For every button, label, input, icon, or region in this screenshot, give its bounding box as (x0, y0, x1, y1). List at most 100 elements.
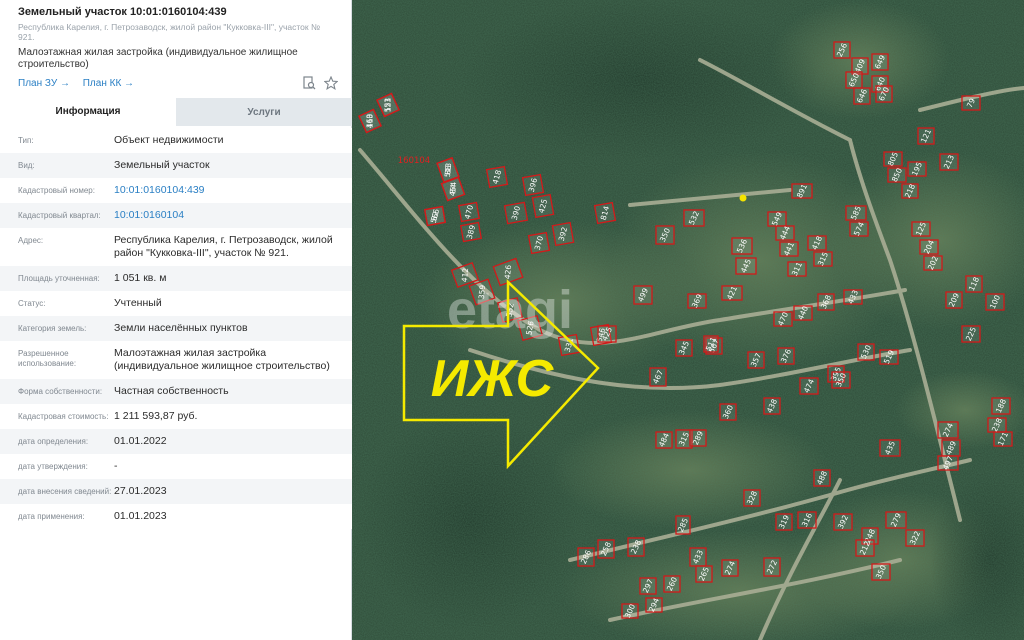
parcel-497[interactable]: 497 (937, 454, 959, 471)
parcel-315[interactable]: 315 (813, 250, 833, 267)
parcel-484[interactable]: 484 (655, 431, 673, 449)
parcel-202[interactable]: 202 (923, 254, 943, 271)
parcel-850[interactable]: 850 (887, 166, 907, 183)
parcel-418[interactable]: 418 (807, 234, 827, 251)
parcel-238[interactable]: 238 (987, 416, 1007, 433)
parcel-316[interactable]: 316 (797, 511, 817, 529)
parcel-209[interactable]: 209 (945, 291, 963, 309)
parcel-392[interactable]: 392 (833, 513, 853, 531)
parcel-195[interactable]: 195 (907, 160, 927, 177)
parcel-805[interactable]: 805 (883, 150, 903, 167)
cadastral-quarter-link[interactable]: 10:01:0160104 (114, 209, 352, 222)
parcel-100[interactable]: 100 (985, 293, 1005, 311)
parcel-258[interactable]: 258 (597, 539, 615, 559)
parcel-286[interactable]: 286 (577, 547, 595, 567)
parcel-265[interactable]: 265 (695, 565, 713, 583)
row-value: Частная собственность (114, 385, 229, 397)
parcel-425[interactable]: 425 (597, 325, 617, 343)
parcel-350[interactable]: 350 (831, 371, 851, 389)
parcel-444[interactable]: 444 (775, 224, 795, 241)
parcel-121[interactable]: 121 (917, 127, 935, 145)
parcel-297[interactable]: 297 (639, 577, 657, 595)
parcel-218[interactable]: 218 (901, 182, 919, 199)
parcel-376[interactable]: 376 (777, 347, 795, 365)
parcel-585[interactable]: 585 (845, 204, 867, 221)
parcel-441[interactable]: 441 (779, 240, 799, 257)
parcel-350[interactable]: 350 (871, 563, 891, 581)
parcel-79[interactable]: 79 (961, 95, 981, 111)
parcel-274[interactable]: 274 (937, 421, 959, 439)
parcel-425[interactable]: 425 (531, 193, 555, 219)
parcel-212[interactable]: 212 (855, 539, 875, 557)
tab-information[interactable]: Информация (0, 98, 176, 126)
parcel-213[interactable]: 213 (939, 153, 959, 171)
parcel-311[interactable]: 311 (787, 260, 807, 277)
parcel-328[interactable]: 328 (743, 489, 761, 507)
parcel-650[interactable]: 650 (845, 71, 863, 89)
cadastral-number-link[interactable]: 10:01:0160104:439 (114, 184, 352, 197)
parcel-392[interactable]: 392 (551, 221, 575, 247)
tab-services[interactable]: Услуги (176, 98, 352, 126)
parcel-670[interactable]: 670 (875, 85, 893, 103)
parcel-467[interactable]: 467 (649, 367, 667, 387)
parcel-530[interactable]: 530 (857, 343, 875, 361)
parcel-279[interactable]: 279 (885, 511, 907, 529)
parcel-445[interactable]: 445 (735, 257, 757, 275)
parcel-488[interactable]: 488 (813, 469, 831, 487)
parcel-389[interactable]: 389 (459, 221, 483, 243)
parcel-536[interactable]: 536 (731, 237, 753, 255)
parcel-649[interactable]: 649 (871, 53, 889, 71)
parcel-260[interactable]: 260 (663, 575, 681, 593)
parcel-519[interactable]: 519 (879, 348, 899, 365)
parcel-300[interactable]: 300 (621, 602, 639, 619)
parcel-345[interactable]: 345 (675, 339, 693, 357)
parcel-171[interactable]: 171 (993, 430, 1013, 447)
parcel-499[interactable]: 499 (633, 285, 653, 305)
parcel-474[interactable]: 474 (799, 377, 819, 395)
parcel-322[interactable]: 322 (905, 529, 925, 547)
parcel-511[interactable]: 511 (703, 335, 719, 353)
parcel-289[interactable]: 289 (689, 429, 707, 447)
parcel-433[interactable]: 433 (843, 288, 863, 305)
plan-kk-link[interactable]: План КК → (83, 78, 134, 89)
parcel-238[interactable]: 238 (627, 537, 645, 557)
parcel-418[interactable]: 418 (485, 165, 509, 189)
parcel-294[interactable]: 294 (645, 596, 663, 613)
parcel-814[interactable]: 814 (593, 201, 617, 225)
parcel-368[interactable]: 368 (817, 293, 835, 311)
parcel-396[interactable]: 396 (521, 173, 545, 197)
parcel-118[interactable]: 118 (965, 275, 983, 293)
parcel-574[interactable]: 574 (849, 220, 869, 237)
parcel-272[interactable]: 272 (763, 557, 781, 577)
parcel-319[interactable]: 319 (775, 513, 793, 531)
plan-zu-link[interactable]: План ЗУ → (18, 78, 70, 89)
star-icon[interactable] (323, 75, 339, 93)
parcel-470[interactable]: 470 (457, 201, 481, 223)
parcel-350[interactable]: 350 (655, 225, 675, 245)
parcel-225[interactable]: 225 (961, 325, 981, 343)
parcel-470[interactable]: 470 (773, 310, 793, 327)
search-doc-icon[interactable] (302, 76, 316, 93)
parcel-370[interactable]: 370 (527, 231, 551, 255)
parcel-438[interactable]: 438 (763, 397, 781, 415)
parcel-188[interactable]: 188 (991, 397, 1011, 415)
parcel-489[interactable]: 489 (941, 439, 961, 457)
parcel-435[interactable]: 435 (879, 439, 901, 457)
parcel-646[interactable]: 646 (853, 87, 871, 105)
parcel-390[interactable]: 390 (503, 201, 529, 225)
parcel-204[interactable]: 204 (919, 238, 939, 255)
parcel-360[interactable]: 360 (719, 403, 737, 421)
parcel-125[interactable]: 125 (911, 220, 931, 237)
parcel-357[interactable]: 357 (747, 351, 765, 369)
parcel-274[interactable]: 274 (721, 559, 739, 577)
parcel-440[interactable]: 440 (793, 304, 813, 321)
parcel-433[interactable]: 433 (689, 547, 707, 567)
parcel-532[interactable]: 532 (683, 209, 705, 227)
parcel-369[interactable]: 369 (687, 292, 707, 309)
row-label: Статус: (18, 299, 46, 308)
parcel-891[interactable]: 891 (791, 182, 813, 199)
parcel-421[interactable]: 421 (721, 284, 743, 301)
parcel-82[interactable]: 82 (423, 205, 447, 227)
parcel-285[interactable]: 285 (675, 515, 691, 535)
parcel-256[interactable]: 256 (833, 41, 851, 59)
